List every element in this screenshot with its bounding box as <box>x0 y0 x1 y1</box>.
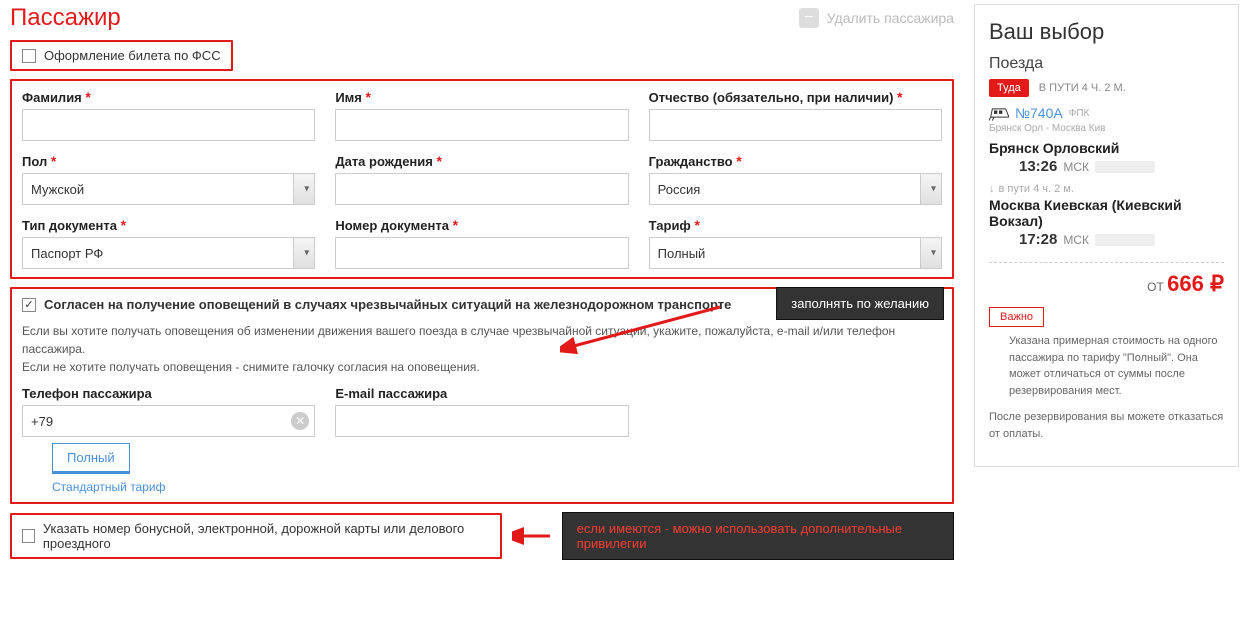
clear-icon[interactable]: ✕ <box>291 412 309 430</box>
doctype-select[interactable] <box>22 237 315 269</box>
fss-checkbox-row[interactable]: Оформление билета по ФСС <box>10 40 233 71</box>
patronymic-input[interactable] <box>649 109 942 141</box>
route-small: Брянск Орл - Москва Кив <box>989 123 1224 134</box>
dob-label: Дата рождения * <box>335 153 628 169</box>
tz-label: МСК <box>1063 233 1089 247</box>
minus-icon: − <box>799 8 819 28</box>
doctype-label: Тип документа * <box>22 217 315 233</box>
price-prefix: ОТ <box>1147 280 1164 294</box>
email-label: E-mail пассажира <box>335 386 628 401</box>
phone-input[interactable] <box>22 405 315 437</box>
passenger-form-box: Фамилия * Имя * Отчество (обязательно, п… <box>10 79 954 279</box>
arrow-icon <box>512 526 552 546</box>
delete-passenger-button[interactable]: − Удалить пассажира <box>799 8 954 28</box>
bonus-checkbox[interactable] <box>22 529 35 543</box>
tariff-link[interactable]: Стандартный тариф <box>52 480 942 494</box>
sidebar-title: Ваш выбор <box>989 19 1224 45</box>
tariff-label: Тариф * <box>649 217 942 233</box>
train-number[interactable]: №740А <box>1015 105 1063 121</box>
citizenship-select[interactable] <box>649 173 942 205</box>
tariff-select[interactable] <box>649 237 942 269</box>
surname-input[interactable] <box>22 109 315 141</box>
phone-label: Телефон пассажира <box>22 386 315 401</box>
docnum-input[interactable] <box>335 237 628 269</box>
train-icon <box>989 105 1009 121</box>
bonus-checkbox-row[interactable]: Указать номер бонусной, электронной, дор… <box>10 513 502 559</box>
refund-note: После резервирования вы можете отказатьс… <box>989 409 1224 442</box>
citizenship-label: Гражданство * <box>649 153 942 169</box>
arrival-station: Москва Киевская (Киевский Вокзал) <box>989 197 1224 229</box>
notify-checkbox[interactable]: ✓ <box>22 298 36 312</box>
callout-optional: заполнять по желанию <box>776 287 944 320</box>
gender-select[interactable] <box>22 173 315 205</box>
arrow-icon <box>560 297 730 357</box>
date-placeholder <box>1095 161 1155 173</box>
email-input[interactable] <box>335 405 628 437</box>
important-badge: Важно <box>989 307 1044 327</box>
date-placeholder <box>1095 234 1155 246</box>
travel-time: В ПУТИ 4 Ч. 2 М. <box>1039 82 1126 94</box>
bonus-label: Указать номер бонусной, электронной, дор… <box>43 521 490 551</box>
gender-label: Пол * <box>22 153 315 169</box>
patronymic-label: Отчество (обязательно, при наличии) * <box>649 89 942 105</box>
direction-badge: Туда <box>989 79 1029 97</box>
departure-station: Брянск Орловский <box>989 140 1224 156</box>
delete-passenger-label: Удалить пассажира <box>827 10 954 26</box>
price-note: Указана примерная стоимость на одного па… <box>989 333 1224 399</box>
departure-time: 13:26 <box>1019 158 1057 175</box>
name-input[interactable] <box>335 109 628 141</box>
sidebar-subtitle: Поезда <box>989 55 1224 73</box>
notify-hint2: Если не хотите получать оповещения - сни… <box>22 358 942 376</box>
carrier: ФПК <box>1069 108 1090 119</box>
tariff-tag[interactable]: Полный <box>52 443 130 474</box>
fss-checkbox[interactable] <box>22 49 36 63</box>
summary-card: Ваш выбор Поезда Туда В ПУТИ 4 Ч. 2 М. №… <box>974 4 1239 467</box>
callout-bonus: если имеются - можно использовать дополн… <box>562 512 954 560</box>
notify-hint1: Если вы хотите получать оповещения об из… <box>22 322 942 358</box>
page-title: Пассажир <box>10 4 121 32</box>
price: 666 ₽ <box>1167 271 1224 296</box>
dob-input[interactable] <box>335 173 628 205</box>
fss-label: Оформление билета по ФСС <box>44 48 221 63</box>
down-arrow-icon: ↓ <box>989 183 995 195</box>
surname-label: Фамилия * <box>22 89 315 105</box>
arrival-time: 17:28 <box>1019 231 1057 248</box>
transit-label: в пути 4 ч. 2 м. <box>999 183 1074 195</box>
tz-label: МСК <box>1063 160 1089 174</box>
name-label: Имя * <box>335 89 628 105</box>
docnum-label: Номер документа * <box>335 217 628 233</box>
